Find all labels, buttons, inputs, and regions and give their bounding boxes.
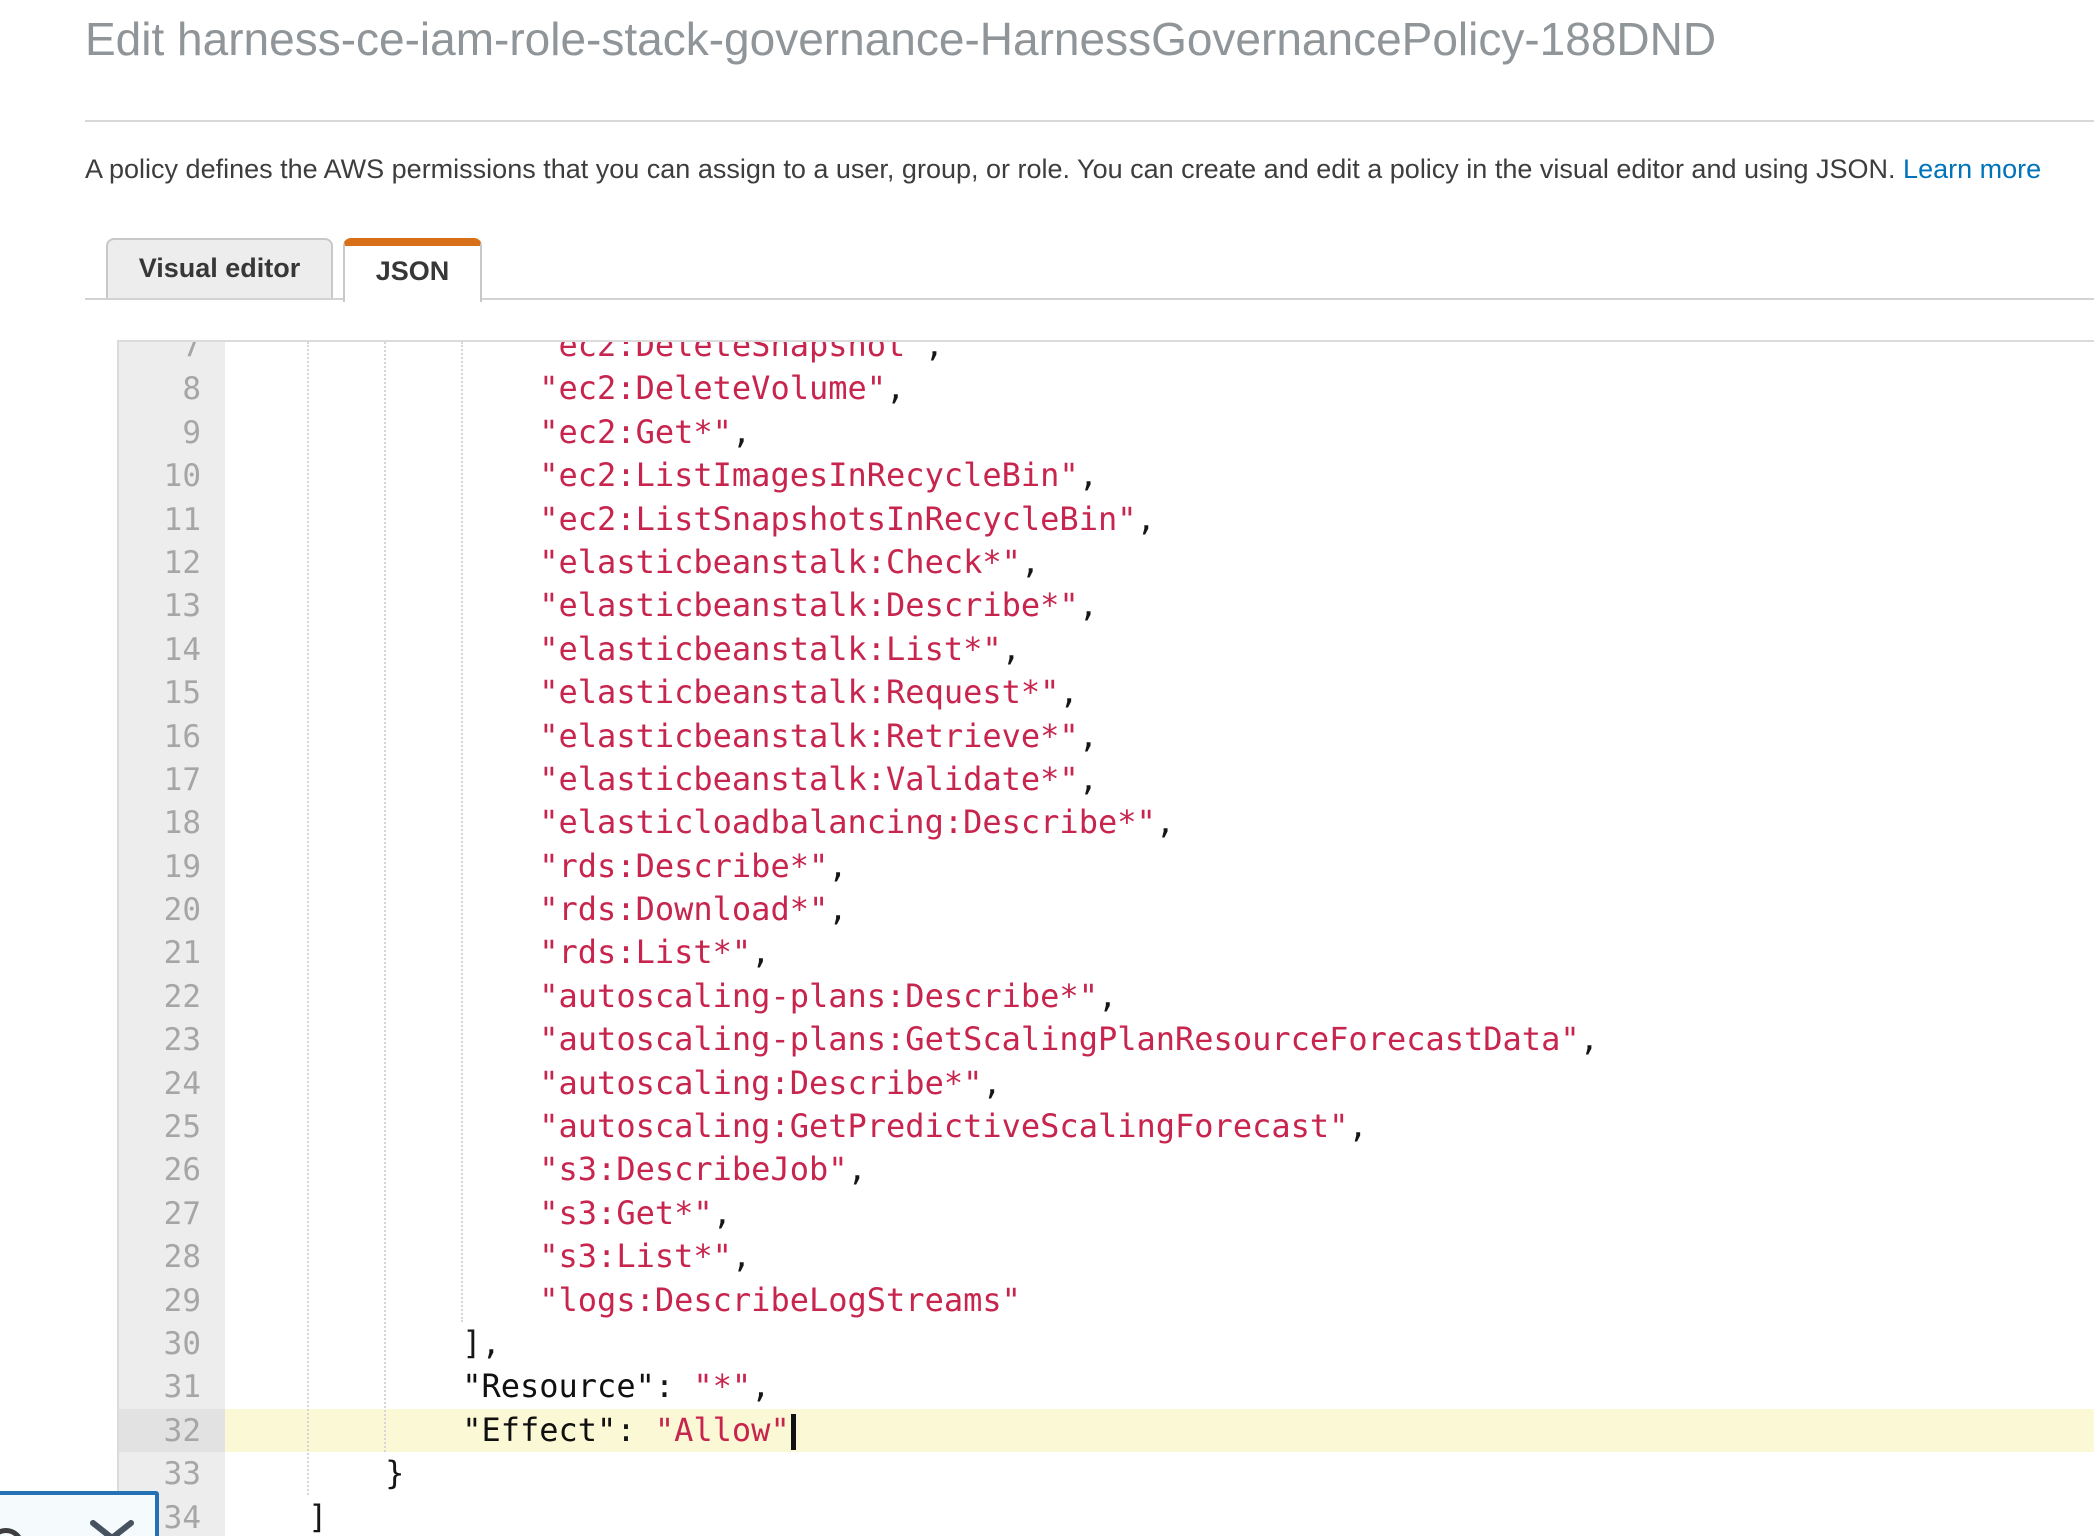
- editor-rows: 7 "ec2:DeleteSnapshot",8 "ec2:DeleteVolu…: [119, 340, 2094, 1536]
- line-number: 25: [119, 1106, 225, 1149]
- line-number: 19: [119, 846, 225, 889]
- text-cursor: [791, 1414, 796, 1450]
- line-number: 28: [119, 1236, 225, 1279]
- code-line[interactable]: 17 "elasticbeanstalk:Validate*",: [119, 758, 2094, 801]
- tab-json[interactable]: JSON: [343, 238, 482, 302]
- code-line[interactable]: 11 "ec2:ListSnapshotsInRecycleBin",: [119, 498, 2094, 541]
- line-number: 24: [119, 1063, 225, 1106]
- code-line[interactable]: 28 "s3:List*",: [119, 1235, 2094, 1278]
- line-number: 14: [119, 629, 225, 672]
- json-editor[interactable]: 7 "ec2:DeleteSnapshot",8 "ec2:DeleteVolu…: [117, 340, 2094, 1536]
- code-line[interactable]: 31 "Resource": "*",: [119, 1365, 2094, 1408]
- line-number: 7: [119, 340, 225, 368]
- line-number: 29: [119, 1280, 225, 1323]
- code-line[interactable]: 7 "ec2:DeleteSnapshot",: [119, 340, 2094, 367]
- code-line[interactable]: 26 "s3:DescribeJob",: [119, 1148, 2094, 1191]
- line-number: 13: [119, 585, 225, 628]
- page-title: Edit harness-ce-iam-role-stack-governanc…: [85, 12, 2094, 72]
- code-line[interactable]: 30 ],: [119, 1322, 2094, 1365]
- line-number: 17: [119, 759, 225, 802]
- line-number: 18: [119, 802, 225, 845]
- line-number: 16: [119, 716, 225, 759]
- code-line[interactable]: 13 "elasticbeanstalk:Describe*",: [119, 584, 2094, 627]
- learn-more-link[interactable]: Learn more: [1903, 154, 2041, 184]
- line-number: 15: [119, 672, 225, 715]
- code-line[interactable]: 18 "elasticloadbalancing:Describe*",: [119, 801, 2094, 844]
- code-line[interactable]: 32 "Effect": "Allow": [119, 1409, 2094, 1452]
- line-number: 20: [119, 889, 225, 932]
- editor-tabstrip: Visual editor JSON: [85, 238, 2094, 300]
- tab-visual-editor[interactable]: Visual editor: [106, 238, 333, 298]
- policy-description: A policy defines the AWS permissions tha…: [85, 154, 2094, 194]
- iam-policy-edit-page: Edit harness-ce-iam-role-stack-governanc…: [0, 0, 2094, 1536]
- code-line[interactable]: 15 "elasticbeanstalk:Request*",: [119, 671, 2094, 714]
- code-line[interactable]: 24 "autoscaling:Describe*",: [119, 1062, 2094, 1105]
- line-number: 26: [119, 1149, 225, 1192]
- line-number: 31: [119, 1366, 225, 1409]
- code-line[interactable]: 34 ]: [119, 1496, 2094, 1536]
- line-number: 22: [119, 976, 225, 1019]
- code-line[interactable]: 27 "s3:Get*",: [119, 1192, 2094, 1235]
- partial-circle-icon: [0, 1528, 24, 1536]
- line-number: 32: [119, 1410, 225, 1453]
- line-number: 30: [119, 1323, 225, 1366]
- line-number: 8: [119, 368, 225, 411]
- header-divider: [85, 120, 2094, 122]
- line-number: 21: [119, 932, 225, 975]
- line-number: 23: [119, 1019, 225, 1062]
- code-line[interactable]: 8 "ec2:DeleteVolume",: [119, 367, 2094, 410]
- code-line[interactable]: 12 "elasticbeanstalk:Check*",: [119, 541, 2094, 584]
- code-line[interactable]: 25 "autoscaling:GetPredictiveScalingFore…: [119, 1105, 2094, 1148]
- code-line[interactable]: 23 "autoscaling-plans:GetScalingPlanReso…: [119, 1018, 2094, 1061]
- line-number: 27: [119, 1193, 225, 1236]
- line-number: 12: [119, 542, 225, 585]
- code-line[interactable]: 22 "autoscaling-plans:Describe*",: [119, 975, 2094, 1018]
- line-number: 10: [119, 455, 225, 498]
- code-line[interactable]: 10 "ec2:ListImagesInRecycleBin",: [119, 454, 2094, 497]
- editor-notification-popup: [0, 1491, 159, 1536]
- code-line[interactable]: 9 "ec2:Get*",: [119, 411, 2094, 454]
- code-line[interactable]: 20 "rds:Download*",: [119, 888, 2094, 931]
- code-line[interactable]: 33 }: [119, 1452, 2094, 1495]
- line-number: 11: [119, 499, 225, 542]
- code-line[interactable]: 16 "elasticbeanstalk:Retrieve*",: [119, 715, 2094, 758]
- code-line[interactable]: 29 "logs:DescribeLogStreams": [119, 1279, 2094, 1322]
- code-line[interactable]: 21 "rds:List*",: [119, 931, 2094, 974]
- code-line[interactable]: 19 "rds:Describe*",: [119, 845, 2094, 888]
- close-icon[interactable]: [90, 1520, 134, 1536]
- line-number: 9: [119, 412, 225, 455]
- code-line[interactable]: 14 "elasticbeanstalk:List*",: [119, 628, 2094, 671]
- policy-description-text: A policy defines the AWS permissions tha…: [85, 154, 1903, 184]
